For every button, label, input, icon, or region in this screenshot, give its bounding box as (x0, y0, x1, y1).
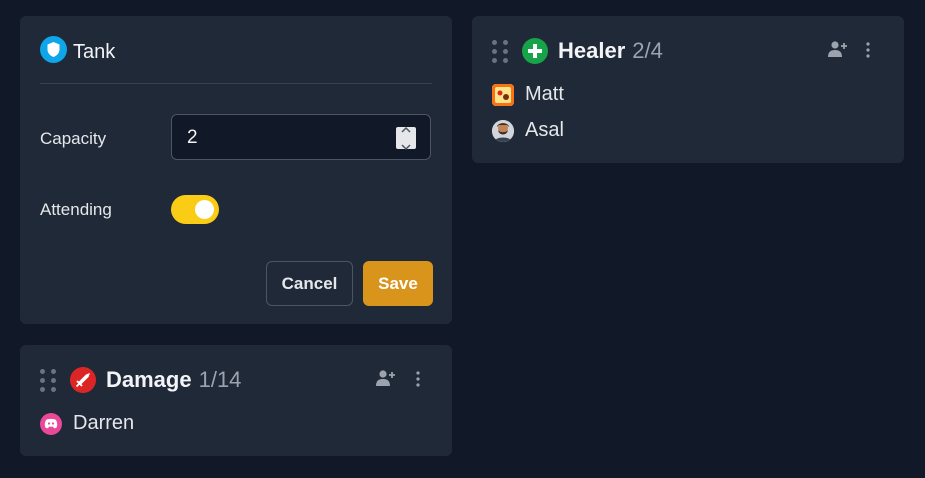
healer-cross-icon (522, 38, 548, 64)
member-row[interactable]: Asal (492, 119, 564, 142)
tank-header: Tank (40, 36, 115, 68)
chevron-up-icon[interactable] (401, 120, 411, 138)
toggle-knob (195, 200, 214, 219)
damage-name: Damage (106, 367, 192, 392)
bearded-avatar (492, 119, 514, 142)
chevron-down-icon[interactable] (401, 138, 411, 156)
capacity-label: Capacity (40, 129, 107, 148)
tank-title: Tank (73, 40, 116, 63)
tank-edit-card: Tank Capacity 2 Attending Cancel Save (20, 16, 452, 324)
healer-role-card: Healer 2/4 Matt Asal (472, 16, 904, 163)
drag-handle-icon[interactable] (40, 368, 56, 392)
game-avatar (492, 83, 514, 106)
save-button[interactable]: Save (363, 261, 433, 306)
cancel-button[interactable]: Cancel (266, 261, 353, 306)
healer-header: Healer 2/4 (492, 38, 663, 64)
shield-icon (40, 36, 67, 68)
attending-label: Attending (40, 200, 112, 219)
sword-icon (70, 367, 96, 393)
capacity-value: 2 (187, 127, 198, 148)
healer-name: Healer (558, 38, 626, 63)
member-name: Darren (73, 412, 135, 434)
healer-count: 2/4 (632, 38, 663, 63)
damage-header: Damage 1/14 (40, 367, 241, 393)
add-user-icon[interactable] (376, 369, 396, 387)
member-row[interactable]: Matt (492, 83, 564, 106)
more-options-icon[interactable] (866, 42, 870, 58)
member-row[interactable]: Darren (40, 412, 134, 435)
more-options-icon[interactable] (416, 371, 420, 387)
capacity-input[interactable]: 2 (171, 114, 431, 160)
damage-role-card: Damage 1/14 Darren (20, 345, 452, 456)
add-user-icon[interactable] (828, 40, 848, 58)
member-name: Asal (525, 119, 564, 141)
discord-icon (40, 412, 62, 435)
attending-toggle[interactable] (171, 195, 219, 224)
member-name: Matt (525, 83, 564, 105)
divider (40, 83, 432, 84)
capacity-spinner[interactable] (396, 126, 416, 151)
damage-count: 1/14 (198, 367, 242, 392)
drag-handle-icon[interactable] (492, 39, 508, 63)
